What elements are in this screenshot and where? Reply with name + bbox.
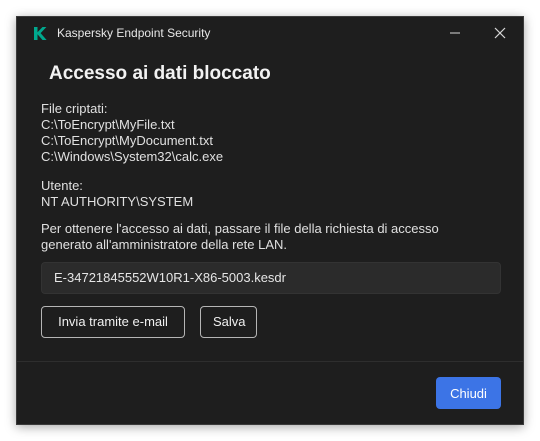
send-email-button[interactable]: Invia tramite e-mail bbox=[41, 306, 185, 338]
save-button[interactable]: Salva bbox=[200, 306, 257, 338]
title-bar[interactable]: Kaspersky Endpoint Security bbox=[17, 17, 523, 49]
files-label: File criptati: bbox=[41, 101, 108, 116]
minimize-icon bbox=[450, 32, 460, 34]
user-section: Utente: NT AUTHORITY\SYSTEM bbox=[41, 178, 193, 210]
user-label: Utente: bbox=[41, 178, 83, 193]
kaspersky-k-icon bbox=[34, 27, 47, 40]
footer-divider bbox=[17, 361, 523, 362]
kaspersky-dialog-window: Kaspersky Endpoint Security Accesso ai d… bbox=[16, 16, 524, 425]
minimize-button[interactable] bbox=[435, 17, 475, 49]
app-title: Kaspersky Endpoint Security bbox=[57, 26, 211, 40]
file-path: C:\ToEncrypt\MyDocument.txt bbox=[41, 133, 213, 148]
instruction-text: Per ottenere l'accesso ai dati, passare … bbox=[41, 221, 439, 252]
file-path: C:\ToEncrypt\MyFile.txt bbox=[41, 117, 175, 132]
dialog-title: Accesso ai dati bloccato bbox=[49, 63, 271, 84]
user-value: NT AUTHORITY\SYSTEM bbox=[41, 194, 194, 209]
close-button[interactable]: Chiudi bbox=[436, 377, 501, 409]
request-file-field[interactable]: E-34721845552W10R1-X86-5003.kesdr bbox=[41, 262, 501, 294]
close-icon bbox=[494, 27, 506, 39]
encrypted-files-section: File criptati: C:\ToEncrypt\MyFile.txt C… bbox=[41, 101, 223, 165]
close-window-button[interactable] bbox=[480, 17, 520, 49]
file-path: C:\Windows\System32\calc.exe bbox=[41, 149, 224, 164]
